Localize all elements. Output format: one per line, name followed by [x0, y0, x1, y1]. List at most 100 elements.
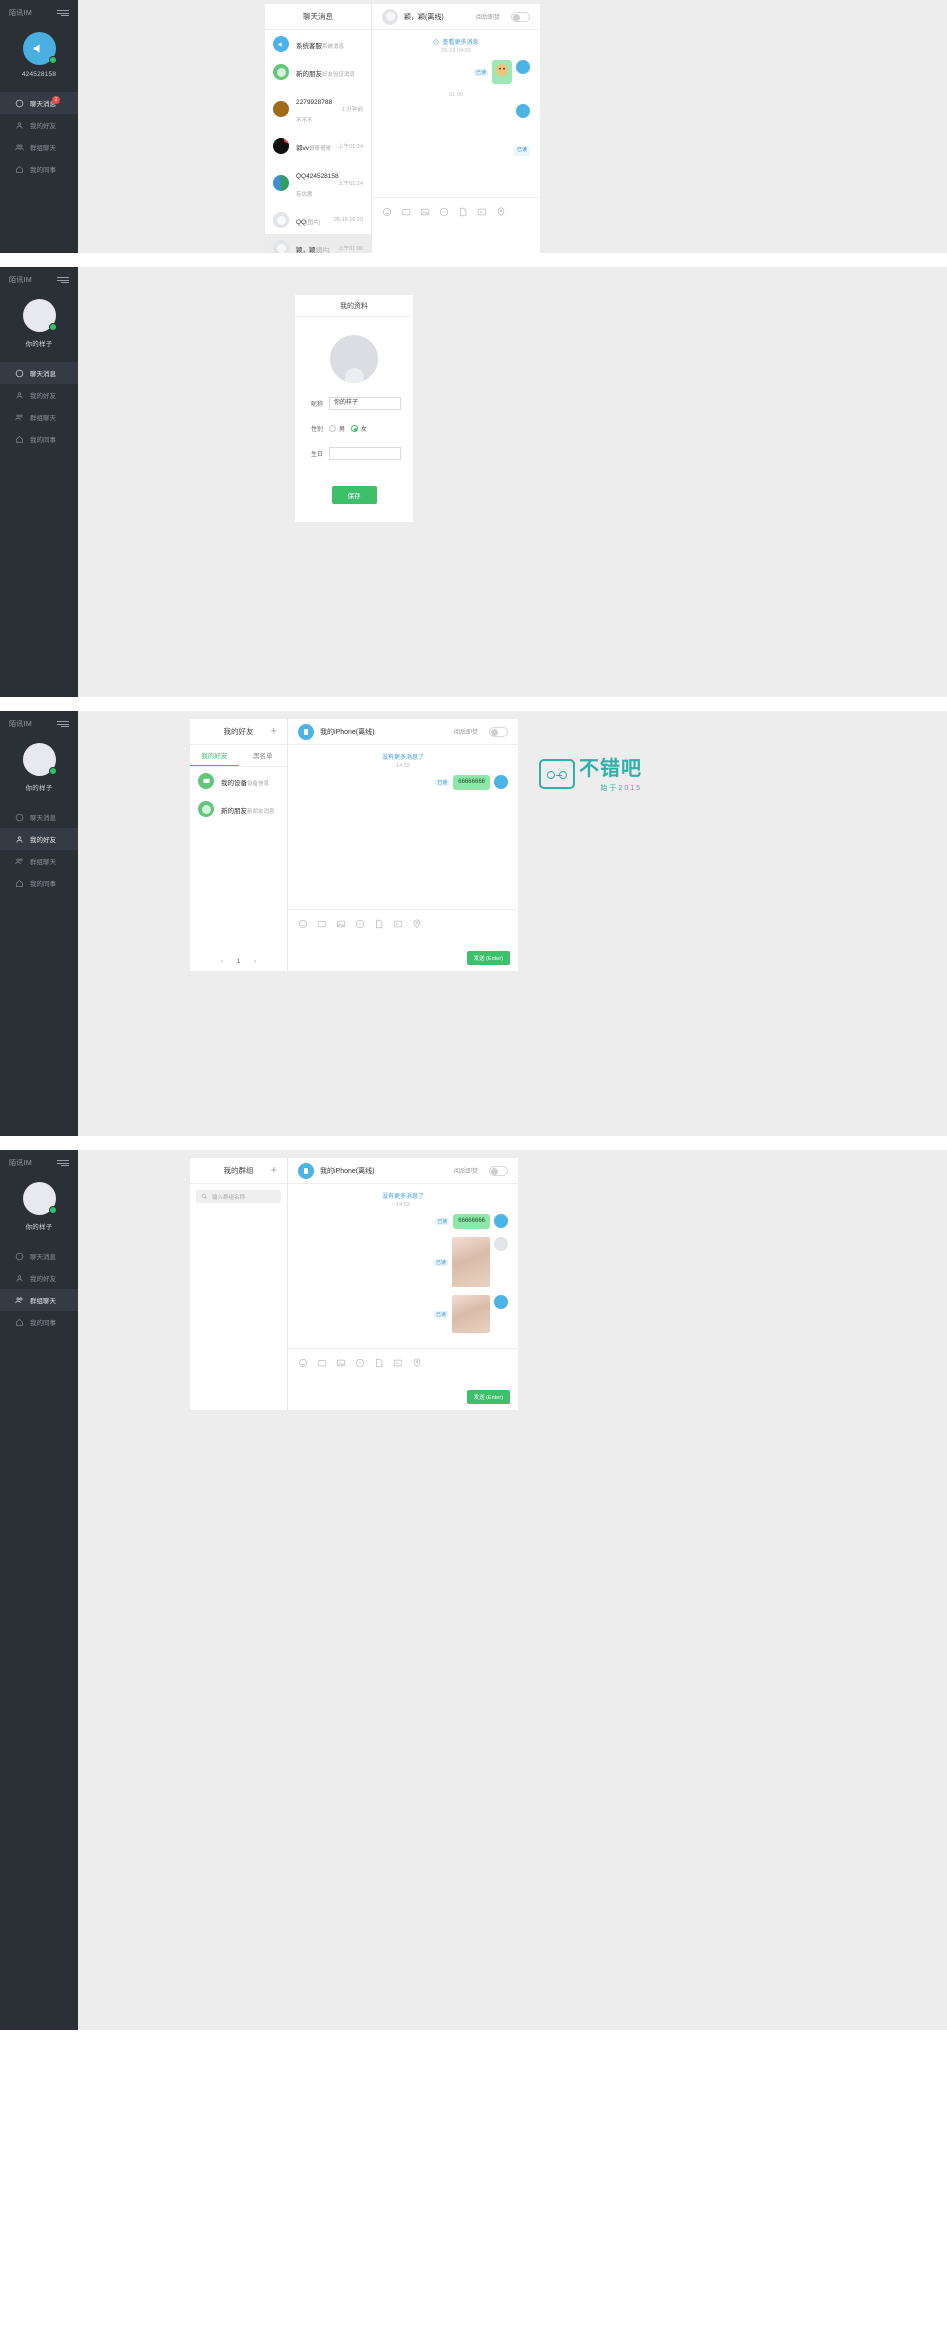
list-item-time: 上午01:24 — [338, 144, 363, 150]
location-icon[interactable] — [412, 916, 422, 929]
sidebar-item-friends[interactable]: 我的好友 — [0, 384, 78, 406]
avatar[interactable] — [22, 743, 57, 776]
sidebar-item-colleagues[interactable]: 我的同事 — [0, 428, 78, 450]
sidebar-item-chat[interactable]: 聊天消息 — [0, 362, 78, 384]
message-bubble[interactable]: 66666666 — [453, 775, 490, 790]
sidebar-item-group[interactable]: 群组聊天 — [0, 1289, 78, 1311]
audio-icon[interactable] — [355, 1355, 365, 1368]
sidebar-item-colleagues[interactable]: 我的同事 — [0, 158, 78, 180]
hamburger-icon[interactable] — [57, 276, 69, 284]
search-input[interactable]: 输入群组名称 — [196, 1190, 281, 1203]
screenshot-icon[interactable] — [317, 1355, 327, 1367]
send-button[interactable]: 发送 (Enter) — [466, 1390, 510, 1404]
load-more-messages[interactable]: 查看更多消息 — [372, 30, 540, 46]
page-prev[interactable]: ‹ — [221, 959, 223, 965]
page-number[interactable]: 1 — [237, 959, 240, 965]
sidebar-item-group[interactable]: 群组聊天 — [0, 136, 78, 158]
list-item[interactable]: 2 郭vv哥哥哥哥 上午01:24 — [265, 132, 371, 160]
chat-body: 没有更多消息了 14:52 已读 66666666 — [288, 745, 518, 909]
sidebar-item-chat[interactable]: 聊天消息 2 — [0, 92, 78, 114]
save-button[interactable]: 保存 — [331, 486, 377, 504]
sidebar-profile[interactable]: 424528158 — [0, 32, 78, 78]
chat-panel: 颖，颖(离线) 阅后即焚 查看更多消息 05-19 04:03 已读 01:00 — [372, 4, 540, 253]
avatar[interactable] — [22, 32, 57, 65]
screenshot-icon[interactable] — [317, 916, 327, 928]
list-item[interactable]: 新的朋友好友验证消息 — [265, 58, 371, 86]
list-item-time: 05-19 16:20 — [333, 217, 363, 223]
hamburger-icon[interactable] — [57, 720, 69, 728]
chat-toolbar — [372, 197, 540, 220]
message-row: 已读 — [288, 1235, 518, 1293]
avatar — [494, 1237, 508, 1251]
card-icon[interactable] — [393, 916, 403, 928]
watermark-sub: 始于2015 — [600, 785, 642, 792]
audio-icon[interactable] — [439, 204, 449, 217]
friends-tabs: 我的好友 黑名单 — [190, 745, 287, 767]
add-friend-button[interactable]: + — [271, 726, 277, 737]
list-item[interactable]: 系统客服系统消息 — [265, 30, 371, 58]
location-icon[interactable] — [412, 1355, 422, 1368]
list-item-sub: 设备信息 — [247, 781, 270, 787]
image-message[interactable] — [452, 1295, 490, 1333]
screenshot-icon[interactable] — [401, 204, 411, 216]
nickname-field[interactable]: 你的样子 — [329, 397, 401, 410]
sidebar-item-friends[interactable]: 我的好友 — [0, 1267, 78, 1289]
sidebar-item-label: 群组聊天 — [30, 145, 56, 152]
file-icon[interactable] — [458, 204, 468, 217]
list-item[interactable]: 新的朋友新朋友消息 — [190, 795, 287, 823]
user-id: 424528158 — [21, 71, 57, 78]
emoji-icon[interactable] — [298, 916, 308, 929]
list-item-sub: 有优惠 — [296, 192, 313, 198]
file-icon[interactable] — [374, 916, 384, 929]
hamburger-icon[interactable] — [57, 1159, 69, 1167]
hamburger-icon[interactable] — [57, 9, 69, 17]
sidebar-item-friends[interactable]: 我的好友 — [0, 828, 78, 850]
sidebar-item-friends[interactable]: 我的好友 — [0, 114, 78, 136]
page-next[interactable]: › — [254, 959, 256, 965]
sidebar-item-group[interactable]: 群组聊天 — [0, 406, 78, 428]
tab-blacklist[interactable]: 黑名单 — [239, 745, 288, 766]
emoji-icon[interactable] — [298, 1355, 308, 1368]
list-item[interactable]: QQ[图片] 05-19 16:20 — [265, 206, 371, 234]
user-name: 你的样子 — [25, 785, 53, 792]
sidebar-profile[interactable]: 你的样子 — [0, 299, 78, 348]
card-icon[interactable] — [477, 204, 487, 216]
burn-after-read-toggle[interactable] — [489, 1165, 508, 1176]
add-group-button[interactable]: + — [271, 1165, 277, 1176]
sidebar-item-colleagues[interactable]: 我的同事 — [0, 1311, 78, 1333]
list-item[interactable]: QQ424528158 有优惠 上午01:24 — [265, 160, 371, 206]
tab-my-friends[interactable]: 我的好友 — [190, 745, 239, 766]
send-button[interactable]: 发送 (Enter) — [466, 951, 510, 965]
avatar[interactable] — [22, 299, 57, 332]
list-item[interactable]: 2279928788 不不不 1 分钟前 — [265, 86, 371, 132]
file-icon[interactable] — [374, 1355, 384, 1368]
avatar[interactable] — [22, 1182, 57, 1215]
gender-male-radio[interactable]: 男 — [329, 424, 345, 433]
birthday-field[interactable] — [329, 447, 401, 460]
message-bubble[interactable]: 66666666 — [453, 1214, 490, 1229]
burn-after-read-toggle[interactable] — [511, 11, 530, 22]
location-icon[interactable] — [496, 204, 506, 217]
card-icon[interactable] — [393, 1355, 403, 1367]
send-bar: 发送 (Enter) — [466, 1386, 510, 1404]
image-icon[interactable] — [336, 1355, 346, 1367]
profile-avatar[interactable] — [330, 335, 378, 383]
list-item[interactable]: 我的设备设备信息 — [190, 767, 287, 795]
gender-female-radio[interactable]: 女 — [351, 424, 367, 433]
sidebar-item-chat[interactable]: 聊天消息 — [0, 1245, 78, 1267]
list-item[interactable]: 颖，颖[图片] 上午01:00 — [265, 234, 371, 253]
sidebar-item-chat[interactable]: 聊天消息 — [0, 806, 78, 828]
list-item-name: 我的设备 — [221, 780, 247, 787]
sidebar-profile[interactable]: 你的样子 — [0, 1182, 78, 1231]
image-message[interactable] — [452, 1237, 490, 1287]
sidebar-item-colleagues[interactable]: 我的同事 — [0, 872, 78, 894]
sidebar-item-group[interactable]: 群组聊天 — [0, 850, 78, 872]
chat-list-title: 聊天消息 — [265, 4, 371, 30]
sticker-bubble[interactable] — [492, 60, 512, 84]
burn-after-read-toggle[interactable] — [489, 726, 508, 737]
sidebar-profile[interactable]: 你的样子 — [0, 743, 78, 792]
image-icon[interactable] — [336, 916, 346, 928]
emoji-icon[interactable] — [382, 204, 392, 217]
image-icon[interactable] — [420, 204, 430, 216]
audio-icon[interactable] — [355, 916, 365, 929]
